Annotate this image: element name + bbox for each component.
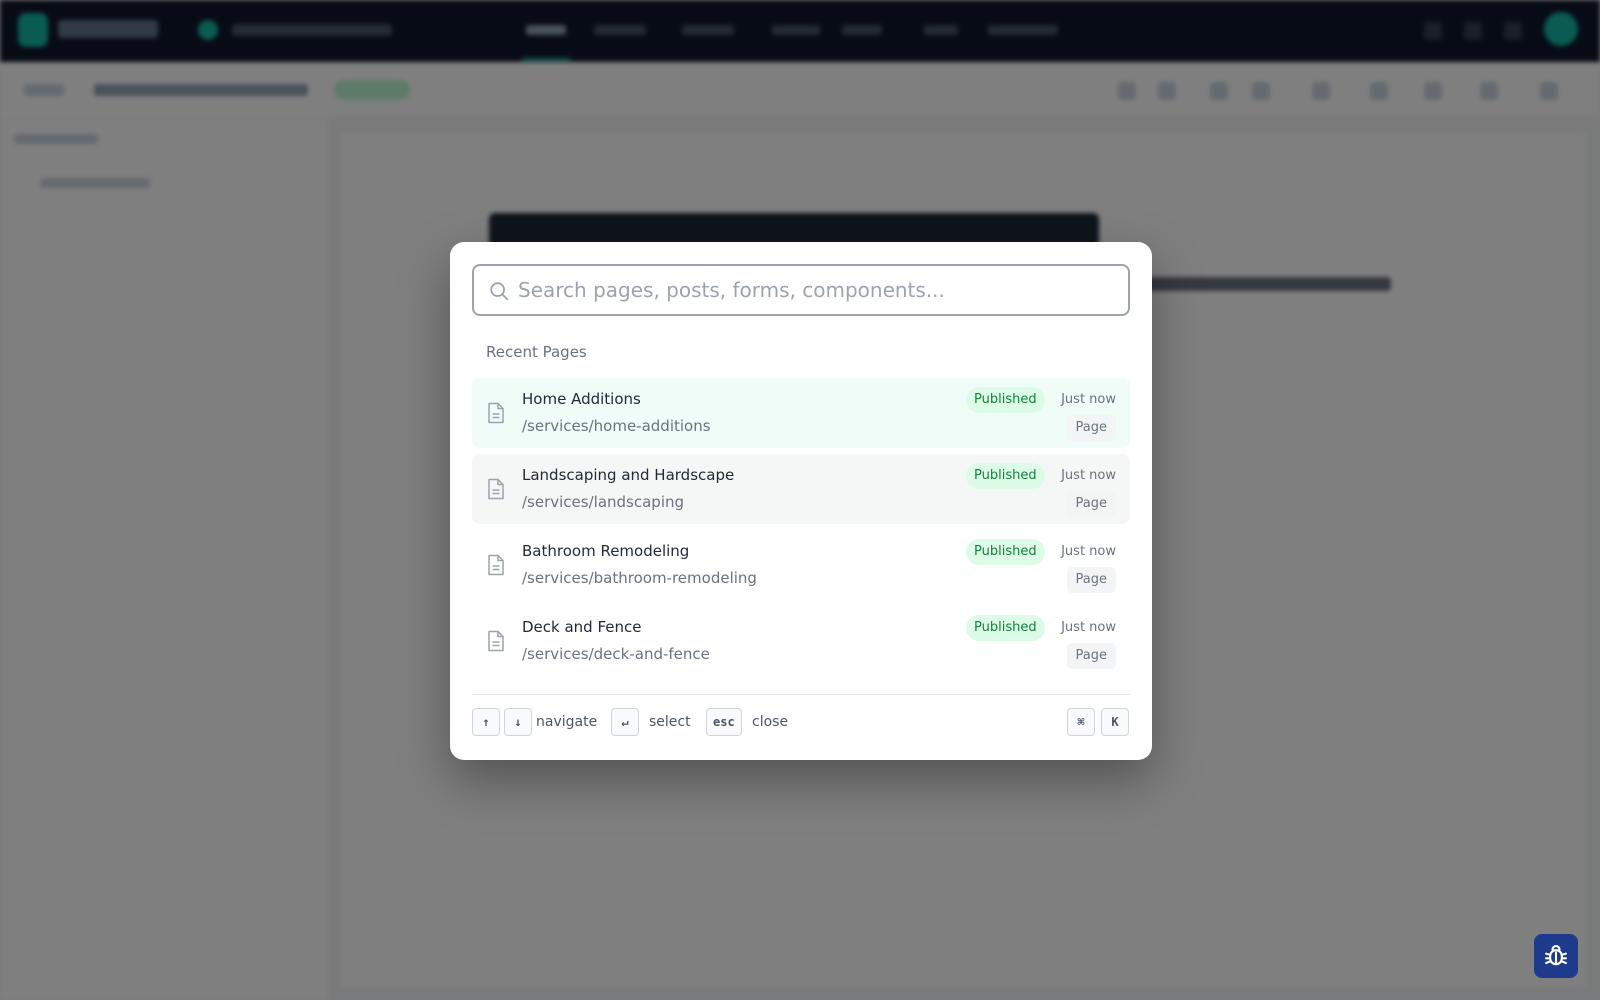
esc-key: esc	[706, 708, 742, 736]
select-hint: select	[649, 714, 691, 730]
document-icon	[488, 630, 504, 652]
status-badge: Published	[966, 615, 1045, 641]
down-arrow-key: ↓	[504, 708, 532, 736]
result-title: Landscaping and Hardscape	[522, 466, 735, 484]
type-badge: Page	[1066, 643, 1116, 669]
result-timestamp: Just now	[1061, 544, 1116, 559]
up-arrow-key: ↑	[472, 708, 500, 736]
result-item[interactable]: Landscaping and Hardscape /services/land…	[472, 454, 1130, 524]
result-item[interactable]: Bathroom Remodeling /services/bathroom-r…	[472, 530, 1130, 600]
document-icon	[488, 402, 504, 424]
result-item[interactable]: Deck and Fence /services/deck-and-fence …	[472, 606, 1130, 676]
document-icon	[488, 478, 504, 500]
search-input[interactable]	[518, 272, 1118, 308]
type-badge: Page	[1066, 567, 1116, 593]
enter-key: ↵	[611, 708, 639, 736]
cmd-key: ⌘	[1067, 708, 1095, 736]
result-item[interactable]: Home Additions /services/home-additions …	[472, 378, 1130, 448]
document-icon	[488, 554, 504, 576]
result-title: Bathroom Remodeling	[522, 542, 690, 560]
status-badge: Published	[966, 539, 1045, 565]
result-path: /services/landscaping	[522, 493, 685, 511]
k-key: K	[1101, 708, 1129, 736]
footer-divider	[472, 694, 1130, 695]
result-path: /services/deck-and-fence	[522, 645, 710, 663]
status-badge: Published	[966, 387, 1045, 413]
command-palette: Recent Pages Home Additions /services/ho…	[450, 242, 1152, 760]
result-timestamp: Just now	[1061, 468, 1116, 483]
result-title: Deck and Fence	[522, 618, 642, 636]
section-label: Recent Pages	[486, 343, 587, 361]
search-icon	[490, 282, 509, 301]
navigate-hint: navigate	[536, 714, 598, 730]
result-timestamp: Just now	[1061, 392, 1116, 407]
status-badge: Published	[966, 463, 1045, 489]
result-timestamp: Just now	[1061, 620, 1116, 635]
bug-icon	[1545, 945, 1567, 966]
close-hint: close	[752, 714, 789, 730]
search-box	[472, 264, 1130, 316]
type-badge: Page	[1066, 415, 1116, 441]
bug-report-button[interactable]	[1534, 934, 1578, 978]
result-path: /services/bathroom-remodeling	[522, 569, 757, 587]
type-badge: Page	[1066, 491, 1116, 517]
result-title: Home Additions	[522, 390, 641, 408]
result-path: /services/home-additions	[522, 417, 711, 435]
